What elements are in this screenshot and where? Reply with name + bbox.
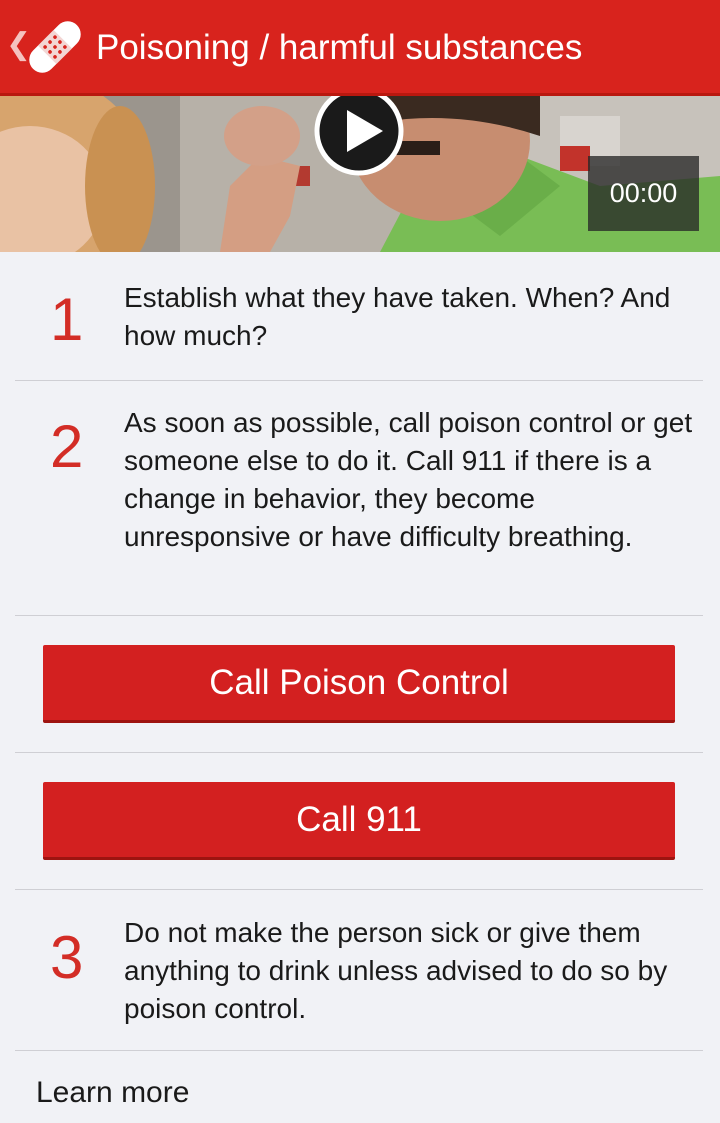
- step-3: 3 Do not make the person sick or give th…: [0, 890, 720, 1050]
- step-number: 3: [50, 924, 84, 991]
- step-2: 2 As soon as possible, call poison contr…: [0, 381, 720, 615]
- video-player[interactable]: 00:00: [0, 96, 720, 252]
- divider: [15, 1050, 703, 1051]
- bandage-icon[interactable]: [22, 14, 88, 80]
- call-poison-control-button[interactable]: Call Poison Control: [43, 645, 675, 723]
- step-1: 1 Establish what they have taken. When? …: [0, 252, 720, 380]
- step-text: Establish what they have taken. When? An…: [124, 282, 671, 351]
- divider: [15, 615, 703, 616]
- page-title: Poisoning / harmful substances: [96, 28, 583, 67]
- divider: [15, 752, 703, 753]
- step-text: As soon as possible, call poison control…: [124, 407, 693, 552]
- step-text: Do not make the person sick or give them…: [124, 917, 668, 1024]
- learn-more-link[interactable]: Learn more: [36, 1073, 189, 1113]
- app-bar: ❮ Poisoning / harmful substances: [0, 0, 720, 96]
- step-number: 1: [50, 286, 84, 353]
- video-time: 00:00: [588, 156, 699, 231]
- play-icon[interactable]: [312, 96, 406, 178]
- step-number: 2: [50, 413, 84, 480]
- call-911-button[interactable]: Call 911: [43, 782, 675, 860]
